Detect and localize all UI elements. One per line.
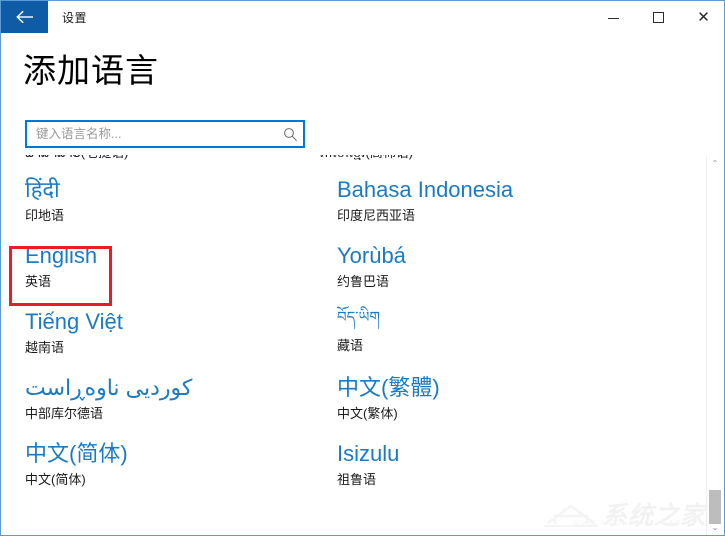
minimize-icon bbox=[608, 17, 619, 19]
language-item-english[interactable]: English 英语 bbox=[25, 238, 335, 304]
clipped-row-right: ភាសាខ្មែរ(高棉语) bbox=[312, 155, 413, 164]
minimize-button[interactable] bbox=[591, 1, 636, 33]
language-item-central-kurdish[interactable]: کوردیی ناوەڕاست 中部库尔德语 bbox=[25, 370, 335, 436]
language-column-right: Bahasa Indonesia 印度尼西亚语 Yorùbá 约鲁巴语 བོད་… bbox=[335, 172, 668, 502]
language-native-name: Isizulu bbox=[337, 441, 400, 466]
language-chinese-name: 祖鲁语 bbox=[337, 472, 377, 487]
close-button[interactable]: ✕ bbox=[681, 1, 724, 33]
scroll-up-arrow-icon[interactable]: ⌃ bbox=[707, 155, 723, 172]
scroll-down-arrow-icon[interactable]: ⌄ bbox=[707, 519, 723, 535]
search-icon[interactable] bbox=[277, 127, 303, 142]
language-native-name: བོད་ཡིག bbox=[337, 309, 380, 326]
window-title: 设置 bbox=[62, 10, 88, 25]
page-title: 添加语言 bbox=[23, 52, 159, 89]
language-native-name: Tiếng Việt bbox=[25, 309, 123, 334]
language-item-zulu[interactable]: Isizulu 祖鲁语 bbox=[337, 436, 668, 502]
back-button[interactable] bbox=[1, 1, 48, 33]
language-column-left: हिंदी 印地语 English 英语 Tiếng Việt 越南语 کورد… bbox=[2, 172, 335, 502]
magnifier-icon bbox=[283, 127, 297, 141]
language-chinese-name: 中部库尔德语 bbox=[25, 406, 104, 421]
language-native-name: Bahasa Indonesia bbox=[337, 177, 514, 202]
search-box[interactable] bbox=[25, 120, 305, 148]
language-item-chinese-simplified[interactable]: 中文(简体) 中文(简体) bbox=[25, 436, 335, 502]
close-icon: ✕ bbox=[697, 7, 710, 26]
language-chinese-name: 越南语 bbox=[25, 340, 65, 355]
language-chinese-name: 印地语 bbox=[25, 208, 65, 223]
title-bar: 设置 ✕ bbox=[1, 1, 724, 33]
clipped-partial-row: ພາສາລາວ(老挝语) ភាសាខ្មែរ(高棉语) bbox=[2, 155, 702, 169]
language-native-name: 中文(简体) bbox=[25, 441, 128, 466]
language-item-indonesian[interactable]: Bahasa Indonesia 印度尼西亚语 bbox=[337, 172, 668, 238]
vertical-scrollbar[interactable]: ⌃ ⌄ bbox=[706, 155, 723, 535]
window-controls: ✕ bbox=[591, 1, 724, 33]
language-native-name: English bbox=[25, 243, 98, 268]
language-item-yoruba[interactable]: Yorùbá 约鲁巴语 bbox=[337, 238, 668, 304]
language-native-name: Yorùbá bbox=[337, 243, 406, 268]
language-item-tibetan[interactable]: བོད་ཡིག 藏语 bbox=[337, 304, 668, 370]
language-chinese-name: 印度尼西亚语 bbox=[337, 208, 416, 223]
language-item-chinese-traditional[interactable]: 中文(繁體) 中文(繁体) bbox=[337, 370, 668, 436]
maximize-button[interactable] bbox=[636, 1, 681, 33]
clipped-row-left: ພາສາລາວ(老挝语) bbox=[2, 155, 312, 164]
language-chinese-name: 中文(繁体) bbox=[337, 406, 398, 421]
language-chinese-name: 英语 bbox=[25, 274, 52, 289]
language-native-name: کوردیی ناوەڕاست bbox=[25, 375, 193, 400]
language-native-name: 中文(繁體) bbox=[337, 375, 440, 400]
maximize-icon bbox=[653, 11, 664, 23]
language-chinese-name: 约鲁巴语 bbox=[337, 274, 390, 289]
settings-window: 设置 ✕ 添加语言 键入语言名称... हिंदी 印地语 English 英语… bbox=[0, 0, 725, 536]
page-header: 添加语言 bbox=[2, 33, 724, 155]
language-item-vietnamese[interactable]: Tiếng Việt 越南语 bbox=[25, 304, 335, 370]
language-columns: हिंदी 印地语 English 英语 Tiếng Việt 越南语 کورد… bbox=[2, 172, 702, 502]
language-native-name: हिंदी bbox=[25, 177, 60, 202]
language-list: ພາສາລາວ(老挝语) ភាសាខ្មែរ(高棉语) हिंदी 印地语 En… bbox=[2, 155, 724, 535]
language-chinese-name: 中文(简体) bbox=[25, 472, 86, 487]
language-item-hindi[interactable]: हिंदी 印地语 bbox=[25, 172, 335, 238]
back-arrow-icon bbox=[15, 10, 33, 24]
search-input[interactable] bbox=[27, 122, 277, 146]
scrollbar-track[interactable] bbox=[707, 172, 723, 524]
language-chinese-name: 藏语 bbox=[337, 338, 364, 353]
